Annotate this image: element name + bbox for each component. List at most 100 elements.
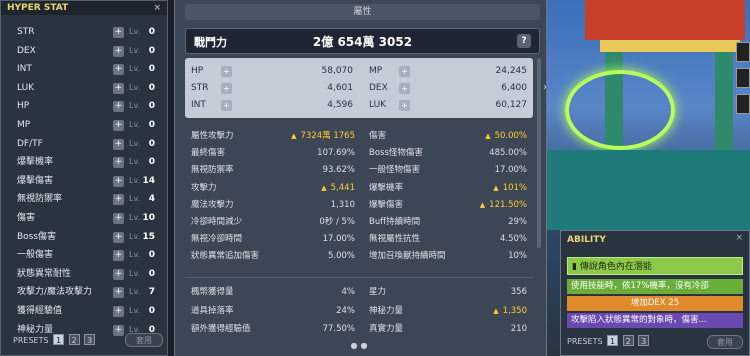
extra-stats: 楓幣獲得量 4% 道具掉落率 24% 額外獲得經驗值 77.50% 星力 356 神秘力量 ▲ 1,… (185, 283, 533, 339)
plus-icon[interactable]: + (221, 66, 232, 77)
stat-detail-row: 星力 356 (369, 285, 527, 301)
side-button[interactable] (736, 42, 750, 62)
level-label: Lv. (129, 212, 141, 222)
page-indicator[interactable]: ●● (175, 341, 546, 350)
plus-icon[interactable]: + (113, 287, 124, 299)
stat-detail-row: 傷害 ▲ 50.00% (369, 129, 527, 145)
stat-detail-name: 神秘力量 (369, 305, 404, 316)
stat-detail-value-text: 356 (510, 287, 527, 297)
ability-rank: ▮ 傳說角色內在潛能 (567, 257, 743, 275)
hyper-stat-level: 0 (148, 305, 155, 316)
plus-icon[interactable]: + (113, 212, 124, 224)
stat-row-str: STR + 4,601 (191, 80, 353, 97)
plus-icon[interactable]: + (113, 305, 124, 317)
preset-2-button[interactable]: 2 (622, 335, 634, 346)
plus-icon[interactable]: + (113, 138, 124, 150)
plus-icon[interactable]: + (113, 250, 124, 262)
level-label: Lv. (129, 250, 141, 260)
increase-arrow-icon: ▲ (291, 132, 297, 140)
hyper-stat-row: 爆擊機率 + Lv. 0 (9, 153, 161, 172)
combat-power-value: 2億 654萬 3052 (312, 35, 413, 49)
stat-detail-value-text: 1,350 (502, 305, 527, 316)
side-button[interactable] (736, 68, 750, 88)
hyper-stat-name: 無視防禦率 (17, 194, 63, 205)
hyper-stat-level: 0 (148, 138, 155, 149)
apply-button[interactable]: 套用 (707, 335, 743, 349)
stat-detail-row: 無視屬性抗性 4.50% (369, 232, 527, 248)
presets-label: PRESETS (13, 336, 49, 345)
close-icon[interactable]: × (153, 1, 161, 15)
stat-detail-row: Boss怪物傷害 485.00% (369, 146, 527, 162)
ability-line-1: 使用技能時，依17%機率，沒有冷卻 (567, 279, 743, 294)
level-label: Lv. (129, 231, 141, 241)
hyper-stat-level: 7 (148, 287, 155, 298)
side-button[interactable] (736, 94, 750, 114)
hyper-stat-name: DEX (17, 45, 36, 56)
preset-3-button[interactable]: 3 (84, 334, 96, 345)
stat-name: HP (191, 66, 204, 76)
stat-detail-row: 冷卻時間減少 0秒 / 5% (191, 215, 355, 231)
hyper-stat-row: 傷害 + Lv. 10 (9, 209, 161, 228)
plus-icon[interactable]: + (113, 45, 124, 57)
bookmark-icon: ▮ (572, 262, 577, 272)
increase-arrow-icon: ▲ (321, 183, 327, 192)
ability-line-2: 增加DEX 25 (567, 296, 743, 311)
stat-detail-name: 額外獲得經驗值 (191, 324, 251, 334)
level-label: Lv. (129, 138, 141, 148)
hyper-stat-row: 攻擊力/魔法攻擊力 + Lv. 7 (9, 283, 161, 302)
stat-detail-name: 最終傷害 (191, 148, 226, 159)
plus-icon[interactable]: + (113, 119, 124, 131)
stat-detail-value: ▲ 7324萬 1765 (291, 129, 355, 145)
stat-detail-value-text: 93.62% (322, 165, 355, 176)
preset-1-button[interactable]: 1 (53, 334, 65, 345)
close-icon[interactable]: × (735, 233, 743, 243)
stat-name: STR (191, 83, 209, 93)
preset-3-button[interactable]: 3 (638, 335, 650, 346)
plus-icon[interactable]: + (221, 83, 232, 94)
stat-detail-value-text: 4% (341, 287, 356, 297)
stat-row-mp: MP + 24,245 (369, 63, 527, 80)
plus-icon[interactable]: + (221, 100, 232, 111)
plus-icon[interactable]: + (113, 64, 124, 76)
preset-2-button[interactable]: 2 (68, 334, 80, 345)
plus-icon[interactable]: + (113, 268, 124, 280)
stat-detail-name: 冷卻時間減少 (191, 217, 243, 227)
increase-arrow-icon: ▲ (493, 183, 499, 192)
stat-detail-value-text: 0秒 / 5% (319, 217, 355, 227)
expand-arrow-icon[interactable]: › (543, 82, 547, 93)
plus-icon[interactable]: + (113, 82, 124, 94)
stat-detail-value: ▲ 121.50% (480, 198, 527, 214)
level-label: Lv. (129, 194, 141, 204)
help-button[interactable]: ? (517, 34, 531, 48)
plus-icon[interactable]: + (113, 175, 124, 187)
plus-icon[interactable]: + (113, 231, 124, 243)
stat-detail-name: 屬性攻擊力 (191, 131, 234, 141)
stat-detail-name: 魔法攻擊力 (191, 199, 234, 210)
scrollbar[interactable] (537, 58, 541, 248)
hyper-stat-level: 0 (148, 64, 155, 75)
stat-detail-value-text: 29% (508, 217, 527, 227)
stat-value: 58,070 (321, 66, 354, 76)
plus-icon[interactable]: + (399, 66, 410, 77)
plus-icon[interactable]: + (113, 101, 124, 113)
stat-detail-name: 星力 (369, 287, 387, 297)
stat-detail-name: 真實力量 (369, 324, 404, 334)
hyper-stat-row: MP + Lv. 0 (9, 116, 161, 135)
plus-icon[interactable]: + (399, 83, 410, 94)
preset-1-button[interactable]: 1 (607, 335, 619, 346)
plus-icon[interactable]: + (399, 100, 410, 111)
stat-detail-row: 屬性攻擊力 ▲ 7324萬 1765 (191, 129, 355, 145)
stat-row-luk: LUK + 60,127 (369, 97, 527, 114)
stats-window: 屬性 戰鬥力 2億 654萬 3052 ? HP + 58,070 STR + … (174, 0, 547, 356)
ability-line-3: 攻擊陷入狀態異常的對象時，傷害... (567, 313, 743, 328)
stat-detail-value-text: 121.50% (489, 199, 527, 210)
level-label: Lv. (129, 27, 141, 36)
stat-detail-row: 神秘力量 ▲ 1,350 (369, 304, 527, 320)
plus-icon[interactable]: + (113, 157, 124, 169)
stat-detail-value-text: 17.00% (322, 234, 355, 245)
apply-button[interactable]: 套用 (125, 333, 163, 347)
hyper-stat-row: LUK + Lv. 0 (9, 79, 161, 98)
stat-detail-value: ▲ 1,350 (493, 304, 527, 320)
plus-icon[interactable]: + (113, 27, 124, 38)
plus-icon[interactable]: + (113, 194, 124, 206)
